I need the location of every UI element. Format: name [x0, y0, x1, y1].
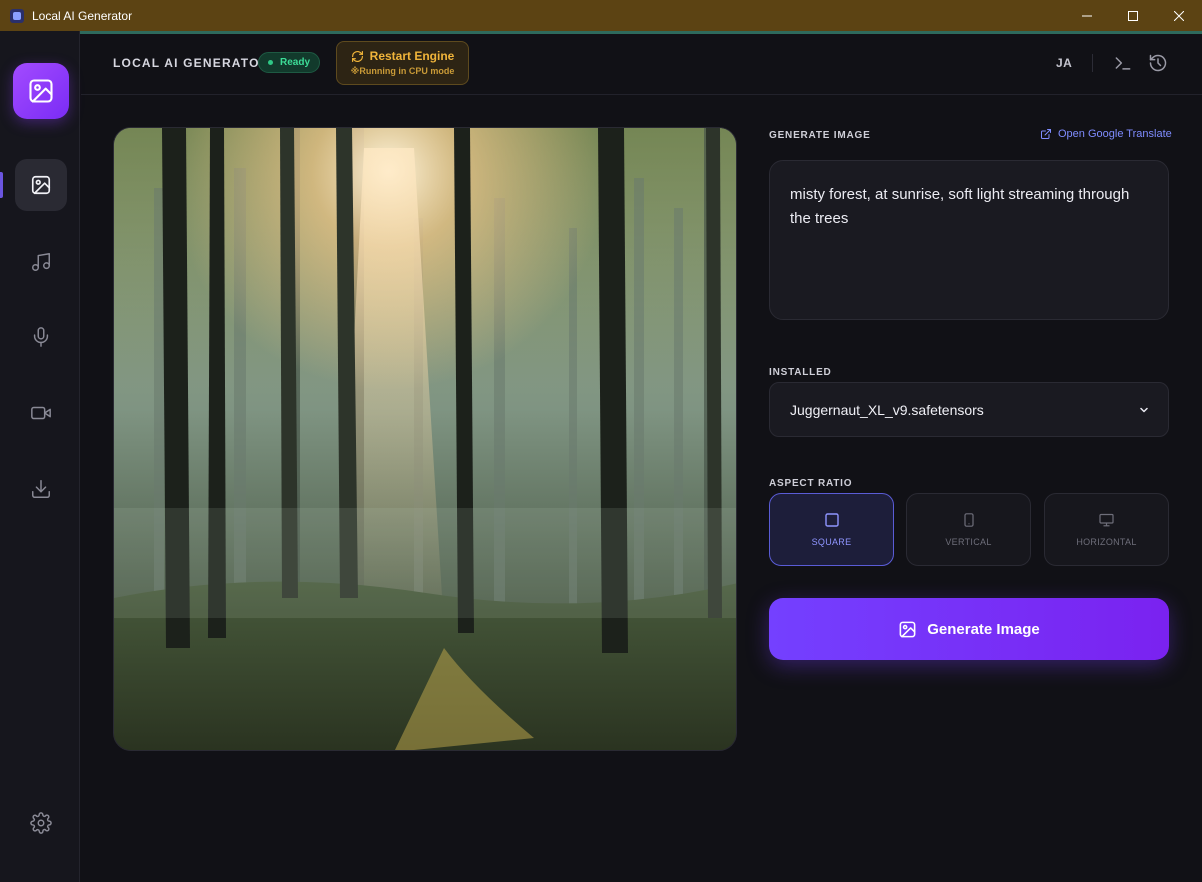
maximize-icon — [1128, 10, 1138, 21]
microphone-icon — [33, 327, 49, 347]
maximize-button[interactable] — [1110, 0, 1156, 31]
gear-icon — [30, 812, 52, 834]
sidebar-item-image[interactable] — [15, 159, 67, 211]
model-select-value: Juggernaut_XL_v9.safetensors — [790, 401, 984, 418]
sidebar-item-downloads[interactable] — [15, 463, 67, 515]
history-button[interactable] — [1147, 52, 1169, 74]
status-dot — [268, 60, 273, 65]
window-title: Local AI Generator — [32, 8, 133, 23]
sidebar — [0, 31, 80, 882]
minimize-icon — [1082, 15, 1092, 16]
music-icon — [32, 253, 50, 271]
square-icon — [824, 512, 839, 527]
restart-engine-label: Restart Engine — [369, 49, 455, 63]
generate-image-button[interactable]: Generate Image — [769, 598, 1169, 660]
aspect-horizontal-label: HORIZONTAL — [1076, 536, 1137, 547]
aspect-square-label: SQUARE — [811, 536, 852, 547]
installed-model-label: INSTALLED — [769, 367, 832, 378]
generate-image-label: GENERATE IMAGE — [769, 130, 871, 141]
image-icon — [899, 621, 916, 637]
aspect-horizontal-button[interactable]: HORIZONTAL — [1044, 493, 1169, 566]
restart-engine-button[interactable]: Restart Engine ※Running in CPU mode — [336, 41, 469, 85]
close-button[interactable] — [1156, 0, 1202, 31]
settings-button[interactable] — [15, 797, 67, 849]
forest-image — [114, 128, 736, 750]
model-select[interactable]: Juggernaut_XL_v9.safetensors — [769, 382, 1169, 437]
prompt-textarea[interactable]: misty forest, at sunrise, soft light str… — [769, 160, 1169, 320]
translate-link-label: Open Google Translate — [1058, 128, 1172, 140]
app-brand: LOCAL AI GENERATOR — [113, 56, 270, 70]
aspect-vertical-label: VERTICAL — [945, 536, 992, 547]
download-icon — [32, 480, 50, 498]
sidebar-item-video[interactable] — [15, 387, 67, 439]
image-icon — [31, 175, 51, 195]
app-logo — [13, 63, 69, 119]
video-icon — [31, 406, 51, 420]
chevron-down-icon — [1140, 407, 1148, 412]
aspect-ratio-label: ASPECT RATIO — [769, 478, 853, 489]
app-icon — [10, 8, 24, 23]
terminal-icon — [1115, 57, 1131, 70]
terminal-button[interactable] — [1112, 52, 1134, 74]
header: LOCAL AI GENERATOR Ready Restart Engine … — [81, 34, 1202, 95]
active-nav-indicator — [0, 172, 3, 198]
sidebar-item-voice[interactable] — [15, 311, 67, 363]
sidebar-item-music[interactable] — [15, 236, 67, 288]
window-controls — [1064, 0, 1202, 31]
history-icon — [1149, 54, 1167, 72]
minimize-button[interactable] — [1064, 0, 1110, 31]
header-divider — [1092, 54, 1093, 72]
monitor-icon — [1099, 513, 1114, 526]
aspect-square-button[interactable]: SQUARE — [769, 493, 894, 566]
status-text: Ready — [280, 57, 311, 68]
external-link-icon — [1041, 129, 1051, 139]
cpu-mode-note: ※Running in CPU mode — [350, 66, 455, 76]
close-icon — [1174, 10, 1184, 21]
generate-image-button-label: Generate Image — [927, 620, 1040, 638]
title-bar: Local AI Generator — [0, 0, 1202, 31]
status-badge: Ready — [258, 52, 321, 73]
language-toggle[interactable]: JA — [1056, 56, 1072, 70]
image-icon — [29, 79, 53, 103]
refresh-icon — [351, 50, 363, 62]
generated-image-preview — [113, 127, 737, 751]
aspect-vertical-button[interactable]: VERTICAL — [906, 493, 1031, 566]
open-google-translate-link[interactable]: Open Google Translate — [1040, 128, 1172, 140]
smartphone-icon — [963, 512, 974, 527]
